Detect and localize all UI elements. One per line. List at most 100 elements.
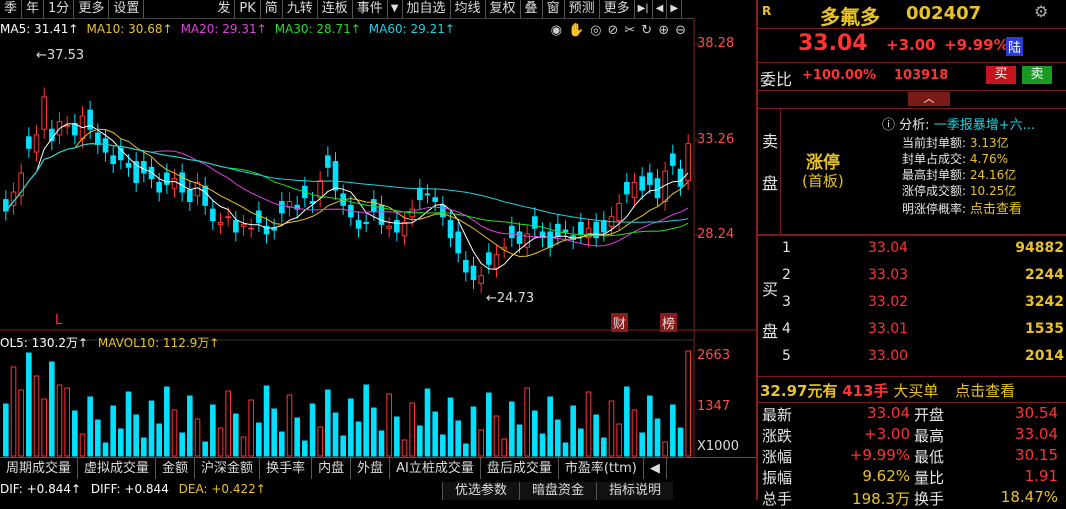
tab-virtual-vol[interactable]: 虚拟成交量 xyxy=(78,458,157,479)
candle-body xyxy=(271,227,277,231)
buy-button[interactable]: 买 xyxy=(986,66,1016,84)
settings-gear-icon[interactable]: ⚙ xyxy=(1034,2,1048,21)
stat-key: 当前封单额: xyxy=(902,136,967,150)
volume-bar xyxy=(608,400,615,457)
collapse-up-icon[interactable]: ︿ xyxy=(908,92,950,106)
tab-amount[interactable]: 金额 xyxy=(156,458,196,479)
candle-body xyxy=(631,181,638,199)
tab-outer[interactable]: 外盘 xyxy=(351,458,391,479)
volume-bar xyxy=(654,418,661,457)
tab-pe[interactable]: 市盈率(ttm) xyxy=(559,458,644,479)
stat-row: 振幅 9.62% 量比 1.91 xyxy=(758,467,1066,488)
board-badge: 陆 xyxy=(1006,37,1024,56)
stat-value: 30.54 xyxy=(1015,404,1058,422)
candle-body xyxy=(424,193,431,196)
big-buy-qty: 413手 xyxy=(842,382,889,400)
quote-stats: 最新 33.04 开盘 30.54 涨跌 +3.00 最高 33.04 涨幅 +9.99% 最低… xyxy=(758,404,1066,509)
bid-volume: 1535 xyxy=(1025,321,1064,337)
analysis-text[interactable]: 一季报暴增+六... xyxy=(934,118,1035,133)
volume-bar xyxy=(194,418,201,457)
tab-ai-vol[interactable]: AI立桩成交量 xyxy=(390,458,481,479)
volume-bar xyxy=(340,435,346,457)
price-pct: +9.99% xyxy=(944,36,1009,54)
dea-label: DEA: +0.422↑ xyxy=(178,482,266,496)
volume-bar xyxy=(3,403,9,457)
candle-body xyxy=(187,189,193,203)
candle-body xyxy=(432,197,438,203)
stat-value: 33.04 xyxy=(867,404,910,422)
stat-value: 30.15 xyxy=(1015,446,1058,464)
stat-value: 1.91 xyxy=(1024,467,1058,485)
low-price-value: 24.73 xyxy=(496,291,535,306)
volume-bar xyxy=(171,409,178,457)
bid-level: 1 xyxy=(782,240,791,256)
stat-value: 198.3万 xyxy=(852,490,910,508)
tab-optimize-params[interactable]: 优选参数 xyxy=(442,482,520,500)
volume-bar xyxy=(294,417,300,457)
kline-chart[interactable] xyxy=(0,0,756,500)
volume-bar xyxy=(56,384,63,457)
tab-turnover[interactable]: 换手率 xyxy=(260,458,313,479)
volume-bar xyxy=(325,389,331,457)
volume-bar xyxy=(79,433,86,457)
stock-name: 多氟多 xyxy=(820,5,880,29)
volume-bar xyxy=(386,393,392,457)
rank-marker[interactable]: 榜 xyxy=(660,313,678,332)
bid-row[interactable]: 3 33.02 3242 xyxy=(782,294,1066,321)
price-tick-low: 28.24 xyxy=(697,227,735,242)
volume-bar xyxy=(202,441,208,457)
candle-body xyxy=(486,252,492,265)
view-probability-link[interactable]: 点击查看 xyxy=(970,202,1022,217)
diff-label: DIFF: +0.844 xyxy=(90,482,169,496)
candle-body xyxy=(202,185,208,206)
volume-bar xyxy=(10,366,17,457)
limit-up-stat-row: 涨停成交额: 10.25亿 xyxy=(902,182,1066,198)
stat-label: 总手 xyxy=(762,490,793,508)
big-buy-link[interactable]: 点击查看 xyxy=(955,382,1015,400)
tab-indicator-help[interactable]: 指标说明 xyxy=(596,482,674,500)
volume-bar xyxy=(601,437,607,457)
volume-bar xyxy=(125,391,132,457)
limit-up-stat-row: 明涨停概率: 点击查看 xyxy=(902,198,1066,217)
analysis-label: 分析: xyxy=(899,118,930,133)
candle-body xyxy=(64,124,70,127)
tab-inner[interactable]: 内盘 xyxy=(312,458,352,479)
volume-bar xyxy=(110,405,116,457)
finance-marker[interactable]: 财 xyxy=(611,313,629,332)
volume-bar xyxy=(501,438,507,457)
volume-bar xyxy=(440,434,446,457)
stat-value: 3.13亿 xyxy=(969,136,1009,150)
weibi-pct: +100.00% xyxy=(802,68,877,83)
tab-hs-amount[interactable]: 沪深金额 xyxy=(195,458,261,479)
stat-row: 涨幅 +9.99% 最低 30.15 xyxy=(758,446,1066,467)
bid-row[interactable]: 1 33.04 94882 xyxy=(782,240,1066,267)
candle-body xyxy=(670,153,676,166)
stat-value: 4.76% xyxy=(969,152,1008,166)
volume-bar xyxy=(355,421,362,457)
bid-row[interactable]: 5 33.00 2014 xyxy=(782,348,1066,375)
volume-bar xyxy=(555,419,561,457)
low-price-marker: ←24.73 xyxy=(486,291,535,306)
analysis-row[interactable]: ⓘ 分析: 一季报暴增+六... xyxy=(882,114,1035,133)
candle-body xyxy=(225,216,231,219)
volume-bar xyxy=(639,432,645,457)
sell-button[interactable]: 卖 xyxy=(1022,66,1052,84)
volume-bar xyxy=(118,428,124,457)
candle-body xyxy=(141,161,147,174)
stat-key: 最高封单额: xyxy=(902,168,967,182)
volume-bar xyxy=(248,399,254,457)
volume-bar xyxy=(662,441,668,457)
tab-dark-pool[interactable]: 暗盘资金 xyxy=(519,482,597,500)
volume-bar xyxy=(49,361,55,457)
tab-period-vol[interactable]: 周期成交量 xyxy=(0,458,79,479)
volume-bar xyxy=(271,408,277,457)
l-marker[interactable]: L xyxy=(55,313,62,328)
bid-row[interactable]: 4 33.01 1535 xyxy=(782,321,1066,348)
tab-after-hours[interactable]: 盘后成交量 xyxy=(481,458,559,479)
tabs-scroll-left-icon[interactable]: ◀ xyxy=(644,458,667,479)
volume-bar xyxy=(256,422,262,457)
volume-bar xyxy=(317,426,323,457)
volume-bar xyxy=(631,409,638,457)
stat-row: 涨跌 +3.00 最高 33.04 xyxy=(758,425,1066,446)
bid-row[interactable]: 2 33.03 2244 xyxy=(782,267,1066,294)
